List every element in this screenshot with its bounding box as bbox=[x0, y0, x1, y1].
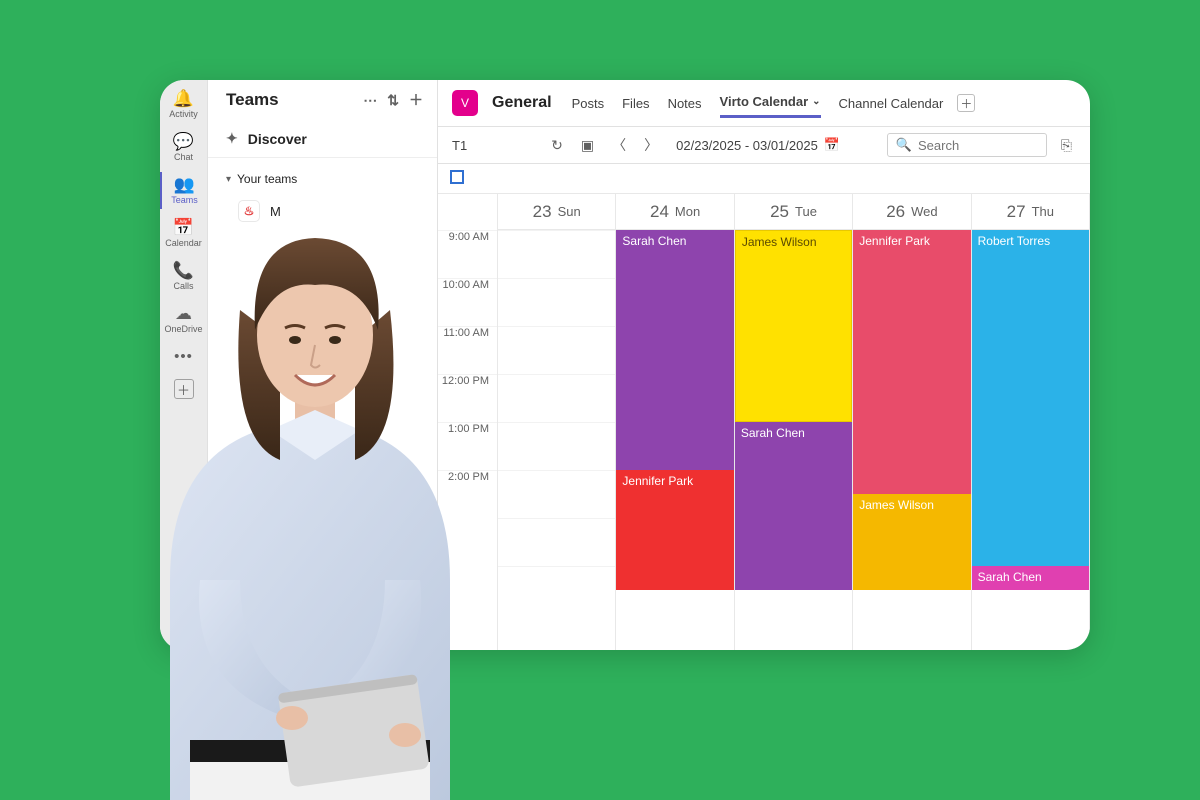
more-icon: ••• bbox=[174, 348, 193, 365]
rail-label: Teams bbox=[171, 195, 198, 205]
channel-tabs: Posts Files Notes Virto Calendar ⌄ Chann… bbox=[572, 88, 944, 118]
today-icon[interactable]: ▣ bbox=[577, 135, 598, 156]
calendar-event[interactable]: Robert Torres bbox=[972, 230, 1089, 566]
day-column-tue[interactable]: 25 Tue James WilsonSarah Chen bbox=[735, 194, 853, 650]
rail-more[interactable]: ••• bbox=[160, 344, 208, 369]
channel-header: V General Posts Files Notes Virto Calend… bbox=[438, 80, 1090, 127]
tab-virto-calendar[interactable]: Virto Calendar ⌄ bbox=[720, 88, 821, 118]
legend-swatch bbox=[450, 170, 464, 184]
calendar-toolbar: T1 ↻ ▣ 〈 〉 02/23/2025 - 03/01/2025 📅 🔍 ⎘ bbox=[438, 127, 1090, 164]
time-label: 12:00 PM bbox=[438, 374, 497, 422]
team-avatar: ♨ bbox=[238, 200, 260, 222]
chat-icon: 💬 bbox=[173, 133, 194, 150]
your-teams-label: Your teams bbox=[237, 172, 297, 186]
teams-window: 🔔 Activity 💬 Chat 👥 Teams 📅 Calendar 📞 C… bbox=[160, 80, 1090, 650]
day-header: 25 Tue bbox=[735, 194, 852, 230]
legend-row bbox=[438, 164, 1090, 194]
tab-files[interactable]: Files bbox=[622, 88, 649, 118]
rail-label: Chat bbox=[174, 152, 193, 162]
your-teams-header[interactable]: ▾ Your teams bbox=[208, 158, 437, 194]
source-selector[interactable]: T1 bbox=[452, 138, 467, 153]
search-icon: 🔍 bbox=[896, 137, 912, 153]
teams-title: Teams bbox=[226, 90, 279, 110]
calendar-event[interactable]: James Wilson bbox=[735, 230, 852, 422]
date-range[interactable]: 02/23/2025 - 03/01/2025 📅 bbox=[676, 137, 840, 153]
create-team-icon[interactable]: ＋ bbox=[409, 90, 423, 110]
day-header: 23 Sun bbox=[498, 194, 615, 230]
channel-name: General bbox=[492, 94, 552, 112]
chevron-down-icon: ▾ bbox=[226, 174, 231, 185]
people-icon: 👥 bbox=[174, 176, 195, 193]
time-label: 10:00 AM bbox=[438, 278, 497, 326]
search-box[interactable]: 🔍 bbox=[887, 133, 1047, 157]
tab-posts[interactable]: Posts bbox=[572, 88, 605, 118]
chevron-down-icon: ⌄ bbox=[812, 96, 820, 107]
time-label: 9:00 AM bbox=[438, 230, 497, 278]
time-label: 2:00 PM bbox=[438, 470, 497, 518]
time-label: 1:00 PM bbox=[438, 422, 497, 470]
calendar-event[interactable]: James Wilson bbox=[853, 494, 970, 590]
rail-label: Activity bbox=[169, 109, 198, 119]
rail-calendar[interactable]: 📅 Calendar bbox=[160, 215, 208, 252]
day-header: 24 Mon bbox=[616, 194, 733, 230]
calendar-event[interactable]: Jennifer Park bbox=[853, 230, 970, 494]
filter-icon[interactable]: ⇅ bbox=[387, 92, 399, 109]
rail-label: Calls bbox=[173, 281, 193, 291]
team-name: M bbox=[270, 204, 281, 219]
rail-teams[interactable]: 👥 Teams bbox=[160, 172, 208, 209]
main-area: V General Posts Files Notes Virto Calend… bbox=[438, 80, 1090, 650]
rail-chat[interactable]: 💬 Chat bbox=[160, 129, 208, 166]
rail-calls[interactable]: 📞 Calls bbox=[160, 258, 208, 295]
rail-activity[interactable]: 🔔 Activity bbox=[160, 86, 208, 123]
tab-channel-calendar[interactable]: Channel Calendar bbox=[839, 88, 944, 118]
day-column-mon[interactable]: 24 Mon Sarah ChenJennifer Park bbox=[616, 194, 734, 650]
app-rail: 🔔 Activity 💬 Chat 👥 Teams 📅 Calendar 📞 C… bbox=[160, 80, 208, 650]
add-app-icon: ＋ bbox=[174, 379, 194, 399]
channel-avatar: V bbox=[452, 90, 478, 116]
calendar-event[interactable]: Sarah Chen bbox=[735, 422, 852, 590]
tab-notes[interactable]: Notes bbox=[668, 88, 702, 118]
discover-button[interactable]: ✦ Discover bbox=[208, 120, 437, 158]
rail-apps[interactable]: ＋ bbox=[160, 375, 208, 403]
rail-onedrive[interactable]: ☁ OneDrive bbox=[160, 301, 208, 338]
calendar-grid: 9:00 AM 10:00 AM 11:00 AM 12:00 PM 1:00 … bbox=[438, 194, 1090, 650]
teams-panel: Teams ⋯ ⇅ ＋ ✦ Discover ▾ Your teams ♨ M bbox=[208, 80, 438, 650]
rail-label: Calendar bbox=[165, 238, 202, 248]
day-column-thu[interactable]: 27 Thu Robert TorresSarah Chen bbox=[972, 194, 1090, 650]
day-header: 27 Thu bbox=[972, 194, 1089, 230]
sparkle-icon: ✦ bbox=[226, 130, 238, 147]
export-icon[interactable]: ⎘ bbox=[1057, 135, 1076, 156]
more-icon[interactable]: ⋯ bbox=[363, 92, 377, 109]
discover-label: Discover bbox=[248, 131, 307, 147]
day-header: 26 Wed bbox=[853, 194, 970, 230]
day-column-sun[interactable]: 23 Sun bbox=[498, 194, 616, 650]
add-tab-button[interactable]: ＋ bbox=[957, 94, 975, 112]
time-label: 11:00 AM bbox=[438, 326, 497, 374]
next-week-button[interactable]: 〉 bbox=[640, 135, 662, 155]
bell-icon: 🔔 bbox=[173, 90, 194, 107]
rail-label: OneDrive bbox=[164, 324, 202, 334]
calendar-icon: 📅 bbox=[173, 219, 194, 236]
calendar-event[interactable]: Jennifer Park bbox=[616, 470, 733, 590]
time-column: 9:00 AM 10:00 AM 11:00 AM 12:00 PM 1:00 … bbox=[438, 194, 498, 650]
phone-icon: 📞 bbox=[173, 262, 194, 279]
day-column-wed[interactable]: 26 Wed Jennifer ParkJames Wilson bbox=[853, 194, 971, 650]
calendar-event[interactable]: Sarah Chen bbox=[972, 566, 1089, 590]
cloud-icon: ☁ bbox=[175, 305, 192, 322]
prev-week-button[interactable]: 〈 bbox=[608, 135, 630, 155]
refresh-icon[interactable]: ↻ bbox=[547, 135, 567, 156]
team-row[interactable]: ♨ M bbox=[208, 194, 437, 228]
calendar-picker-icon: 📅 bbox=[824, 137, 840, 153]
calendar-event[interactable]: Sarah Chen bbox=[616, 230, 733, 470]
